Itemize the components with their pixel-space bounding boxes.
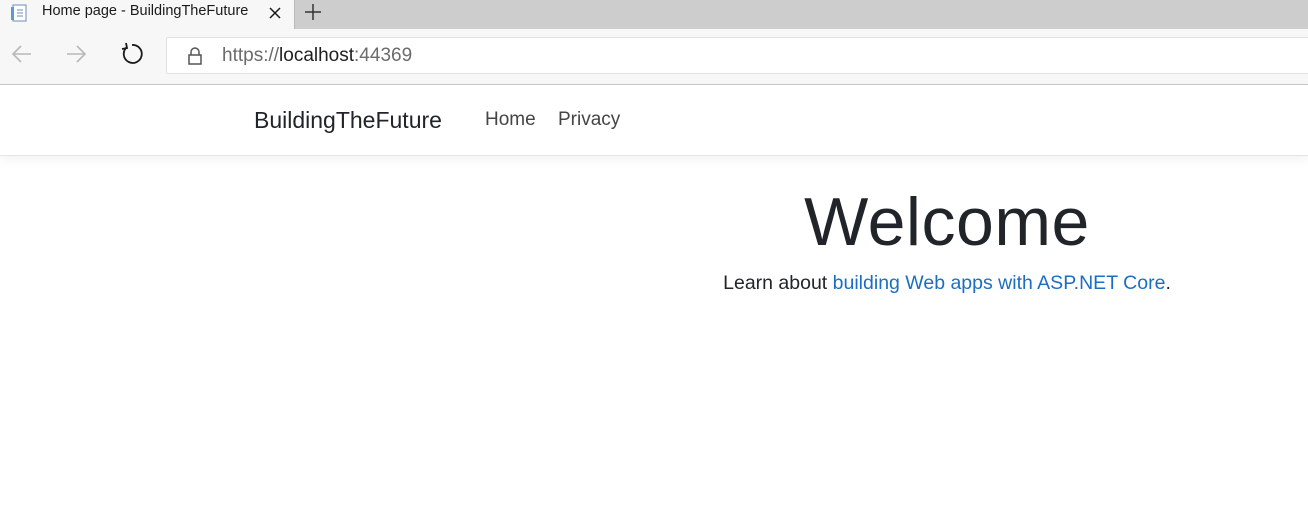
url-text[interactable]: https://localhost:44369	[222, 45, 412, 67]
tab-title: Home page - BuildingTheFuture	[42, 3, 249, 19]
tab-strip: Home page - BuildingTheFuture	[0, 0, 1308, 29]
url-scheme: https://	[222, 45, 280, 66]
arrow-right-icon[interactable]	[63, 41, 89, 67]
welcome-section: Welcome Learn about building Web apps wi…	[712, 182, 1182, 315]
refresh-icon[interactable]	[119, 41, 145, 67]
nav-link-home[interactable]: Home	[485, 109, 536, 131]
browser-tab[interactable]: Home page - BuildingTheFuture	[0, 0, 295, 29]
address-bar[interactable]: https://localhost:44369	[166, 37, 1308, 74]
url-host: localhost	[279, 45, 355, 66]
docs-link[interactable]: building Web apps with ASP.NET Core	[833, 272, 1166, 294]
lead-suffix: .	[1165, 272, 1171, 294]
nav-link-privacy[interactable]: Privacy	[558, 109, 620, 131]
close-icon[interactable]	[266, 4, 284, 22]
site-navbar: BuildingTheFuture Home Privacy	[0, 85, 1308, 156]
brand-link[interactable]: BuildingTheFuture	[254, 107, 442, 134]
page-icon	[11, 4, 27, 22]
plus-icon[interactable]	[302, 1, 324, 23]
arrow-left-icon[interactable]	[9, 41, 35, 67]
page-title: Welcome	[804, 184, 1090, 260]
lock-icon[interactable]	[185, 46, 205, 66]
lead-text: Learn about building Web apps with ASP.N…	[712, 272, 1182, 295]
browser-toolbar: https://localhost:44369	[0, 29, 1308, 85]
url-port: :44369	[354, 45, 413, 66]
lead-prefix: Learn about	[723, 272, 833, 294]
